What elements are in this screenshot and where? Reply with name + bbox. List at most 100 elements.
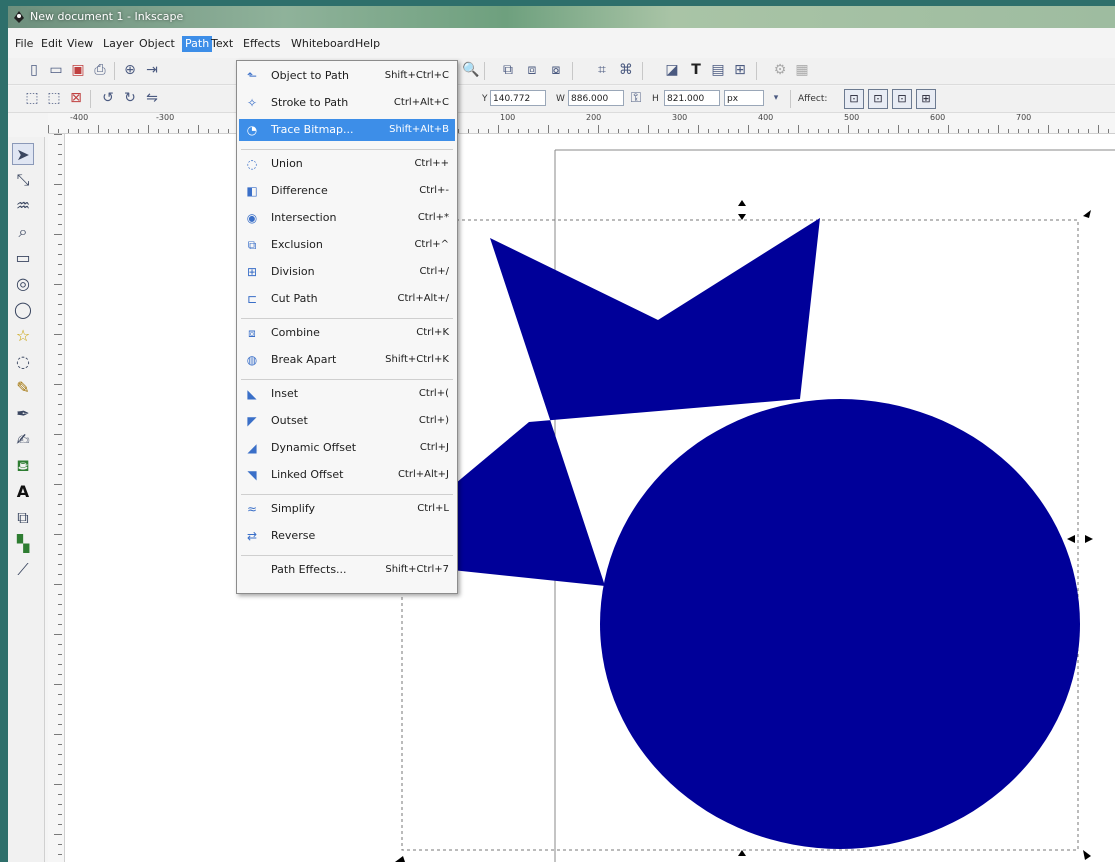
- preferences-icon[interactable]: ⚙: [772, 62, 788, 78]
- width-field[interactable]: 886.000: [568, 90, 624, 106]
- menu-item-trace-bitmap[interactable]: ◔ Trace Bitmap... Shift+Alt+B: [239, 119, 455, 141]
- gradient-tool-icon[interactable]: ▚: [12, 533, 34, 555]
- document-properties-icon[interactable]: ▦: [794, 62, 810, 78]
- selector-tool-icon[interactable]: ➤: [12, 143, 34, 165]
- menu-view[interactable]: View: [64, 36, 96, 52]
- drawing-canvas[interactable]: [65, 134, 1115, 862]
- fill-stroke-icon[interactable]: ◪: [664, 62, 680, 78]
- align-distribute-icon[interactable]: ⊞: [732, 62, 748, 78]
- rotate-ccw-icon[interactable]: ↺: [100, 90, 116, 106]
- title-bar[interactable]: New document 1 - Inkscape: [8, 6, 1115, 28]
- unlink-clone-icon[interactable]: ⧇: [548, 62, 564, 78]
- ruler-tick: [58, 764, 62, 765]
- scale-corners-toggle[interactable]: ⊡: [868, 89, 888, 109]
- menu-text[interactable]: Text: [208, 36, 236, 52]
- menu-item-stroke-to-path[interactable]: ✧ Stroke to Path Ctrl+Alt+C: [239, 92, 455, 114]
- menu-file[interactable]: File: [12, 36, 36, 52]
- menu-layer[interactable]: Layer: [100, 36, 137, 52]
- ruler-tick: [988, 129, 989, 133]
- menu-item-cut-path[interactable]: ⊏ Cut Path Ctrl+Alt+/: [239, 288, 455, 310]
- menu-item-simplify[interactable]: ≈ Simplify Ctrl+L: [239, 498, 455, 520]
- menu-item-break-apart[interactable]: ◍ Break Apart Shift+Ctrl+K: [239, 349, 455, 371]
- pen-tool-icon[interactable]: ✒: [12, 403, 34, 425]
- rotate-cw-icon[interactable]: ↻: [122, 90, 138, 106]
- ruler-tick: [578, 129, 579, 133]
- cut-path-icon: ⊏: [246, 292, 258, 306]
- menu-item-intersection[interactable]: ◉ Intersection Ctrl+*: [239, 207, 455, 229]
- node-tool-icon[interactable]: ⤡: [12, 169, 34, 191]
- ellipse-tool-icon[interactable]: ◯: [12, 299, 34, 321]
- star-tool-icon[interactable]: ☆: [12, 325, 34, 347]
- ruler-tick: [998, 125, 999, 133]
- print-icon[interactable]: ⎙: [92, 62, 108, 78]
- ruler-tick: [468, 129, 469, 133]
- ruler-label: -300: [156, 113, 175, 122]
- connector-tool-icon[interactable]: ⧉: [12, 507, 34, 529]
- y-field[interactable]: 140.772: [490, 90, 546, 106]
- menu-help[interactable]: Help: [352, 36, 383, 52]
- text-tool-icon[interactable]: A: [12, 481, 34, 503]
- ruler-tick: [748, 125, 749, 133]
- ruler-tick: [58, 674, 62, 675]
- select-all-icon[interactable]: ⬚: [24, 90, 40, 106]
- menu-item-combine[interactable]: ⧈ Combine Ctrl+K: [239, 322, 455, 344]
- select-all-layers-icon[interactable]: ⬚: [46, 90, 62, 106]
- open-icon[interactable]: ▭: [48, 62, 64, 78]
- paint-bucket-tool-icon[interactable]: ⛾: [12, 455, 34, 477]
- scale-stroke-toggle[interactable]: ⊡: [844, 89, 864, 109]
- transform-gradients-toggle[interactable]: ⊡: [892, 89, 912, 109]
- ungroup-icon[interactable]: ⌘: [618, 62, 634, 78]
- vertical-ruler[interactable]: [48, 134, 65, 862]
- menu-item-path-effects[interactable]: Path Effects... Shift+Ctrl+7: [239, 559, 455, 581]
- menu-item-union[interactable]: ◌ Union Ctrl++: [239, 153, 455, 175]
- unit-select[interactable]: px: [724, 90, 764, 106]
- menu-item-division[interactable]: ⊞ Division Ctrl+/: [239, 261, 455, 283]
- zoom-icon[interactable]: 🔍: [462, 62, 479, 78]
- transform-patterns-toggle[interactable]: ⊞: [916, 89, 936, 109]
- menu-item-linked-offset[interactable]: ◥ Linked Offset Ctrl+Alt+J: [239, 464, 455, 486]
- import-icon[interactable]: ⊕: [122, 62, 138, 78]
- xml-editor-icon[interactable]: ▤: [710, 62, 726, 78]
- commands-toolbar: ▯ ▭ ▣ ⎙ ⊕ ⇥ 🔍 ⧉ ⧈ ⧇ ⌗ ⌘ ◪ T ▤ ⊞ ⚙ ▦: [8, 58, 1115, 85]
- menu-item-dynamic-offset[interactable]: ◢ Dynamic Offset Ctrl+J: [239, 437, 455, 459]
- menu-object[interactable]: Object: [136, 36, 178, 52]
- selected-shape-circle[interactable]: [600, 399, 1080, 849]
- menu-edit[interactable]: Edit: [38, 36, 65, 52]
- duplicate-icon[interactable]: ⧉: [500, 62, 516, 78]
- menu-item-reverse[interactable]: ⇄ Reverse: [239, 525, 455, 547]
- intersection-icon: ◉: [246, 211, 258, 225]
- menu-item-shortcut: Ctrl+-: [419, 185, 449, 196]
- rectangle-tool-icon[interactable]: ▭: [12, 247, 34, 269]
- save-icon[interactable]: ▣: [70, 62, 86, 78]
- lock-icon[interactable]: ⚿: [628, 90, 644, 106]
- pencil-tool-icon[interactable]: ✎: [12, 377, 34, 399]
- menu-item-inset[interactable]: ◣ Inset Ctrl+(: [239, 383, 455, 405]
- export-icon[interactable]: ⇥: [144, 62, 160, 78]
- spiral-tool-icon[interactable]: ◌: [12, 351, 34, 373]
- menu-item-object-to-path[interactable]: ⬑ Object to Path Shift+Ctrl+C: [239, 65, 455, 87]
- tweak-tool-icon[interactable]: ♒: [12, 195, 34, 217]
- text-font-icon[interactable]: T: [688, 62, 704, 78]
- ruler-tick: [688, 129, 689, 133]
- menu-item-outset[interactable]: ◤ Outset Ctrl+): [239, 410, 455, 432]
- horizontal-ruler[interactable]: -400-300-200-1000100200300400500600700: [48, 113, 1115, 134]
- unit-dropdown-icon[interactable]: ▾: [768, 90, 784, 106]
- clone-icon[interactable]: ⧈: [524, 62, 540, 78]
- deselect-icon[interactable]: ⊠: [68, 90, 84, 106]
- difference-icon: ◧: [246, 184, 258, 198]
- flip-horizontal-icon[interactable]: ⇋: [144, 90, 160, 106]
- 3d-box-tool-icon[interactable]: ◎: [12, 273, 34, 295]
- ruler-tick: [58, 544, 62, 545]
- menu-item-difference[interactable]: ◧ Difference Ctrl+-: [239, 180, 455, 202]
- height-field[interactable]: 821.000: [664, 90, 720, 106]
- object-to-path-icon: ⬑: [246, 69, 258, 83]
- group-icon[interactable]: ⌗: [594, 62, 610, 78]
- calligraphy-tool-icon[interactable]: ✍: [12, 429, 34, 451]
- dropper-tool-icon[interactable]: ⟋: [12, 559, 34, 581]
- new-document-icon[interactable]: ▯: [26, 62, 42, 78]
- menu-whiteboard[interactable]: Whiteboard: [288, 36, 358, 52]
- menu-effects[interactable]: Effects: [240, 36, 283, 52]
- zoom-tool-icon[interactable]: ⌕: [12, 221, 34, 243]
- ruler-tick: [58, 744, 62, 745]
- menu-item-exclusion[interactable]: ⧉ Exclusion Ctrl+^: [239, 234, 455, 256]
